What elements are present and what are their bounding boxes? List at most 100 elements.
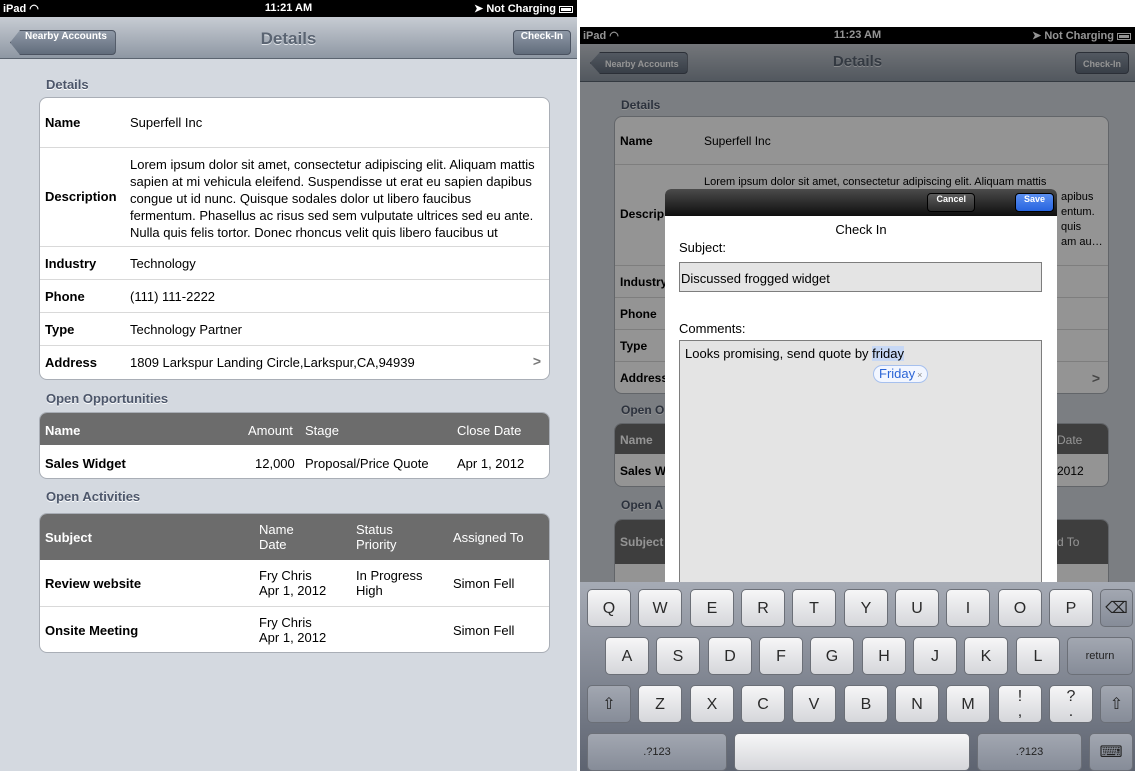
nav-title: Details [260, 29, 317, 48]
chevron-right-icon: > [532, 353, 541, 369]
key-u[interactable]: U [895, 589, 939, 627]
key-g[interactable]: G [810, 637, 854, 675]
key-o[interactable]: O [998, 589, 1042, 627]
shift-key-right[interactable]: ⇧ [1100, 685, 1133, 723]
autocorrect-suggestion[interactable]: Friday × [873, 365, 929, 383]
navigation-bar: Nearby Accounts Details Check-In [0, 17, 577, 59]
detail-label: Industry [45, 256, 97, 271]
key-n[interactable]: N [895, 685, 939, 723]
detail-row-type: Type Technology Partner [40, 312, 549, 345]
cell: Simon Fell [453, 576, 515, 591]
table-row[interactable]: Review website Fry Chris Apr 1, 2012 In … [40, 560, 549, 606]
table-header: Name Amount Stage Close Date [40, 413, 549, 445]
hide-keyboard-icon[interactable]: ⌨ [1089, 733, 1133, 771]
detail-label: Description [45, 189, 117, 204]
subject-label: Subject: [679, 240, 726, 255]
check-in-screen: iPad ◠ 11:23 AM ➤ Not Charging Nearby Ac… [580, 27, 1135, 771]
activities-table: Subject Name Date Status Priority Assign… [39, 513, 550, 653]
details-screen: iPad ◠ 11:21 AM ➤ Not Charging Nearby Ac… [0, 0, 577, 771]
key-v[interactable]: V [792, 685, 836, 723]
cell: Onsite Meeting [45, 623, 139, 638]
key-f[interactable]: F [759, 637, 803, 675]
numbers-key-left[interactable]: .?123 [587, 733, 727, 771]
key-i[interactable]: I [946, 589, 990, 627]
detail-row-industry: Industry Technology [40, 246, 549, 279]
cell: Apr 1, 2012 [457, 456, 525, 471]
opportunities-table: Name Amount Stage Close Date Sales Widge… [39, 412, 550, 479]
detail-label: Name [45, 115, 81, 130]
cell: Review website [45, 576, 142, 591]
cell: High [356, 583, 383, 598]
numbers-key-right[interactable]: .?123 [977, 733, 1082, 771]
key-c[interactable]: C [741, 685, 785, 723]
key-k[interactable]: K [964, 637, 1008, 675]
detail-value: Technology [130, 256, 196, 271]
backspace-key[interactable]: ⌫ [1100, 589, 1133, 627]
space-key[interactable] [734, 733, 970, 771]
key-w[interactable]: W [638, 589, 682, 627]
close-icon[interactable]: × [917, 370, 922, 380]
key-x[interactable]: X [690, 685, 734, 723]
detail-row-name: Name Superfell Inc [40, 98, 549, 147]
key-h[interactable]: H [862, 637, 906, 675]
key-j[interactable]: J [913, 637, 957, 675]
column-header: Name [45, 423, 81, 438]
battery-icon [559, 5, 573, 13]
table-header: Subject Name Date Status Priority Assign… [40, 514, 549, 560]
column-header: Amount [248, 423, 293, 438]
check-in-dialog: Cancel Save Check In Subject: Discussed … [665, 189, 1057, 609]
key-b[interactable]: B [844, 685, 888, 723]
save-button[interactable]: Save [1014, 193, 1054, 212]
cell: Sales Widget [45, 456, 126, 471]
cell: In Progress [356, 568, 423, 583]
comments-label: Comments: [679, 321, 746, 336]
column-header: Status [356, 522, 393, 537]
content-area: Details Name Superfell Inc Description L… [0, 60, 577, 771]
detail-value: 1809 Larkspur Landing Circle,Larkspur,CA… [130, 355, 415, 370]
column-header: Priority [356, 537, 397, 552]
subject-field[interactable]: Discussed frogged widget [679, 262, 1042, 292]
key-d[interactable]: D [708, 637, 752, 675]
key-exclamation-comma[interactable]: !, [998, 685, 1042, 723]
comments-field[interactable]: Looks promising, send quote by friday Fr… [679, 340, 1042, 609]
key-z[interactable]: Z [638, 685, 682, 723]
key-s[interactable]: S [656, 637, 700, 675]
key-e[interactable]: E [690, 589, 734, 627]
dialog-title: Check In [835, 222, 887, 237]
key-question-period[interactable]: ?. [1049, 685, 1093, 723]
cancel-button[interactable]: Cancel [927, 193, 975, 212]
key-p[interactable]: P [1049, 589, 1093, 627]
detail-row-address[interactable]: Address 1809 Larkspur Landing Circle,Lar… [40, 345, 549, 379]
key-a[interactable]: A [605, 637, 649, 675]
column-header: Stage [305, 423, 339, 438]
column-header: Subject [45, 530, 92, 545]
key-m[interactable]: M [946, 685, 990, 723]
key-t[interactable]: T [792, 589, 836, 627]
dialog-toolbar: Cancel Save [665, 189, 1057, 216]
section-heading-opportunities: Open Opportunities [46, 391, 169, 406]
detail-value: Lorem ipsum dolor sit amet, consectetur … [130, 157, 535, 240]
highlighted-word: friday [872, 346, 904, 361]
location-icon: ➤ [474, 3, 484, 15]
column-header: Date [259, 537, 287, 552]
cell: Apr 1, 2012 [259, 630, 327, 645]
return-key[interactable]: return [1067, 637, 1133, 675]
details-group: Name Superfell Inc Description Lorem ips… [39, 97, 550, 380]
column-header: Close Date [457, 423, 522, 438]
column-header: Assigned To [453, 530, 524, 545]
shift-key-left[interactable]: ⇧ [587, 685, 631, 723]
cell: Simon Fell [453, 623, 515, 638]
detail-value: (111) 111-2222 [130, 289, 216, 304]
detail-label: Type [45, 322, 75, 337]
check-in-button[interactable]: Check-In [512, 30, 571, 55]
key-r[interactable]: R [741, 589, 785, 627]
detail-row-description: Description Lorem ipsum dolor sit amet, … [40, 147, 549, 246]
detail-label: Phone [45, 289, 85, 304]
key-y[interactable]: Y [844, 589, 888, 627]
section-heading-details: Details [46, 77, 89, 92]
key-l[interactable]: L [1016, 637, 1060, 675]
table-row[interactable]: Onsite Meeting Fry Chris Apr 1, 2012 Sim… [40, 606, 549, 652]
cell: 12,000 [255, 456, 295, 471]
table-row[interactable]: Sales Widget 12,000 Proposal/Price Quote… [40, 445, 549, 478]
key-q[interactable]: Q [587, 589, 631, 627]
